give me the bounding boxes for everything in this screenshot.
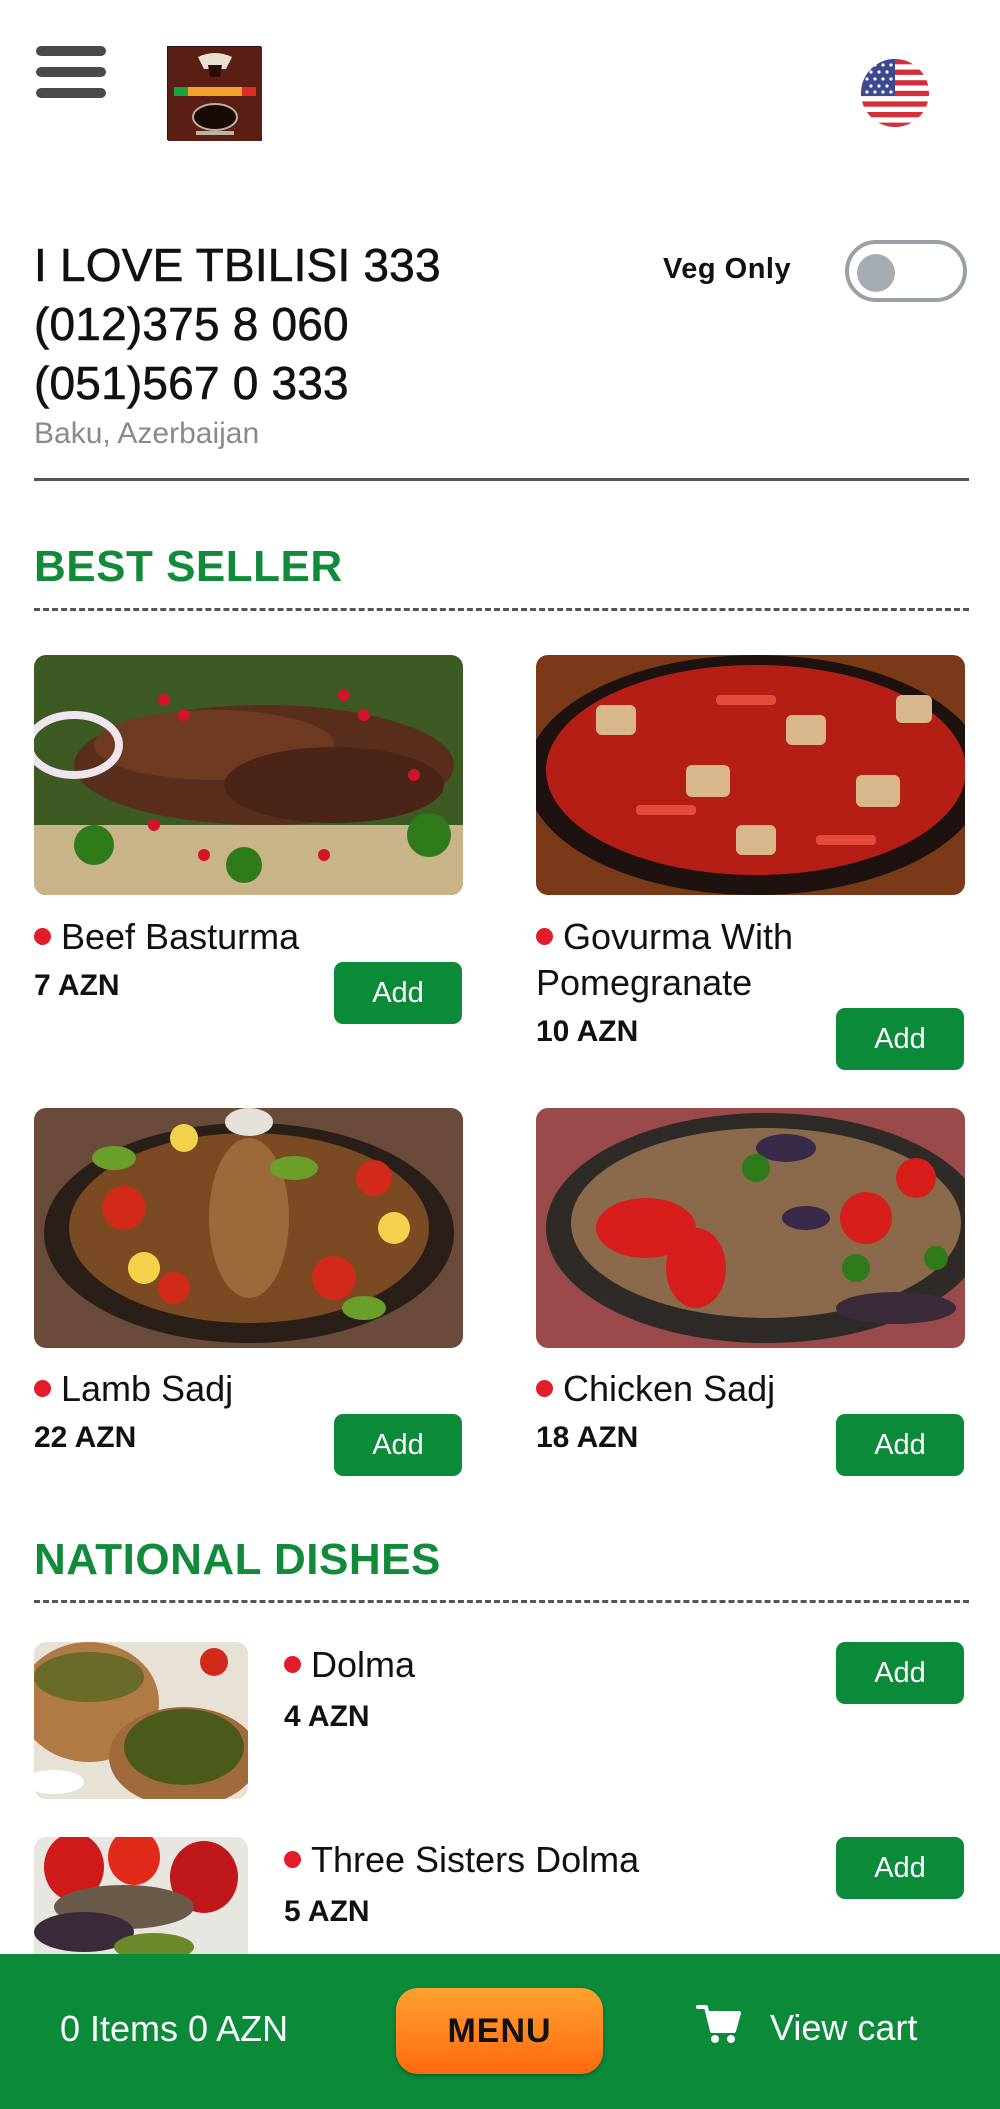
section-divider (34, 1600, 969, 1603)
section-title-best-seller: BEST SELLER (34, 542, 343, 591)
section-title-national-dishes: NATIONAL DISHES (34, 1535, 441, 1584)
item-name-beef-basturma: Beef Basturma (34, 914, 299, 960)
cart-summary: 0 Items 0 AZN (60, 2008, 289, 2049)
three-sisters-dolma-image[interactable] (34, 1837, 248, 1954)
non-veg-dot-icon (34, 928, 51, 945)
veg-only-toggle[interactable] (845, 240, 967, 302)
add-button-govurma[interactable]: Add (836, 1008, 964, 1070)
item-price-three-sisters-dolma: 5 AZN (284, 1895, 370, 1928)
non-veg-dot-icon (34, 1380, 51, 1397)
item-name-dolma: Dolma (284, 1642, 415, 1688)
item-price-beef-basturma: 7 AZN (34, 969, 120, 1002)
non-veg-dot-icon (284, 1656, 301, 1673)
menu-button[interactable]: MENU (396, 1988, 603, 2074)
veg-only-label: Veg Only (663, 253, 792, 285)
non-veg-dot-icon (284, 1851, 301, 1868)
item-name-govurma: Govurma With Pomegranate (536, 916, 794, 1003)
section-divider (34, 608, 969, 611)
phone-number-1[interactable]: (012)375 8 060 (34, 295, 964, 354)
restaurant-logo[interactable] (167, 46, 262, 141)
add-button-dolma[interactable]: Add (836, 1642, 964, 1704)
add-button-lamb-sadj[interactable]: Add (334, 1414, 462, 1476)
item-price-govurma: 10 AZN (536, 1015, 639, 1048)
restaurant-name: I LOVE TBILISI 333 (34, 239, 441, 292)
govurma-image[interactable] (536, 655, 965, 895)
add-button-chicken-sadj[interactable]: Add (836, 1414, 964, 1476)
item-price-dolma: 4 AZN (284, 1700, 370, 1733)
bottom-cart-bar: 0 Items 0 AZN MENU View cart (0, 1954, 1000, 2109)
view-cart-label: View cart (770, 2007, 918, 2048)
non-veg-dot-icon (536, 1380, 553, 1397)
item-name-chicken-sadj: Chicken Sadj (536, 1366, 775, 1412)
item-price-chicken-sadj: 18 AZN (536, 1421, 639, 1454)
non-veg-dot-icon (536, 928, 553, 945)
toggle-knob (857, 254, 895, 292)
us-flag-icon[interactable] (861, 59, 929, 127)
add-button-beef-basturma[interactable]: Add (334, 962, 462, 1024)
top-header (0, 0, 1000, 160)
restaurant-location: Baku, Azerbaijan (34, 417, 260, 450)
item-name-three-sisters-dolma: Three Sisters Dolma (284, 1837, 639, 1883)
item-price-lamb-sadj: 22 AZN (34, 1421, 137, 1454)
view-cart-button[interactable]: View cart (696, 2000, 917, 2056)
add-button-three-sisters-dolma[interactable]: Add (836, 1837, 964, 1899)
beef-basturma-image[interactable] (34, 655, 463, 895)
restaurant-info: I LOVE TBILISI 333 (012)375 8 060 (051)5… (34, 236, 964, 451)
lamb-sadj-image[interactable] (34, 1108, 463, 1348)
phone-number-2[interactable]: (051)567 0 333 (34, 354, 964, 413)
divider (34, 478, 969, 481)
dolma-image[interactable] (34, 1642, 248, 1799)
hamburger-menu-icon[interactable] (36, 46, 106, 98)
item-name-lamb-sadj: Lamb Sadj (34, 1366, 233, 1412)
chicken-sadj-image[interactable] (536, 1108, 965, 1348)
cart-icon (696, 2003, 770, 2054)
